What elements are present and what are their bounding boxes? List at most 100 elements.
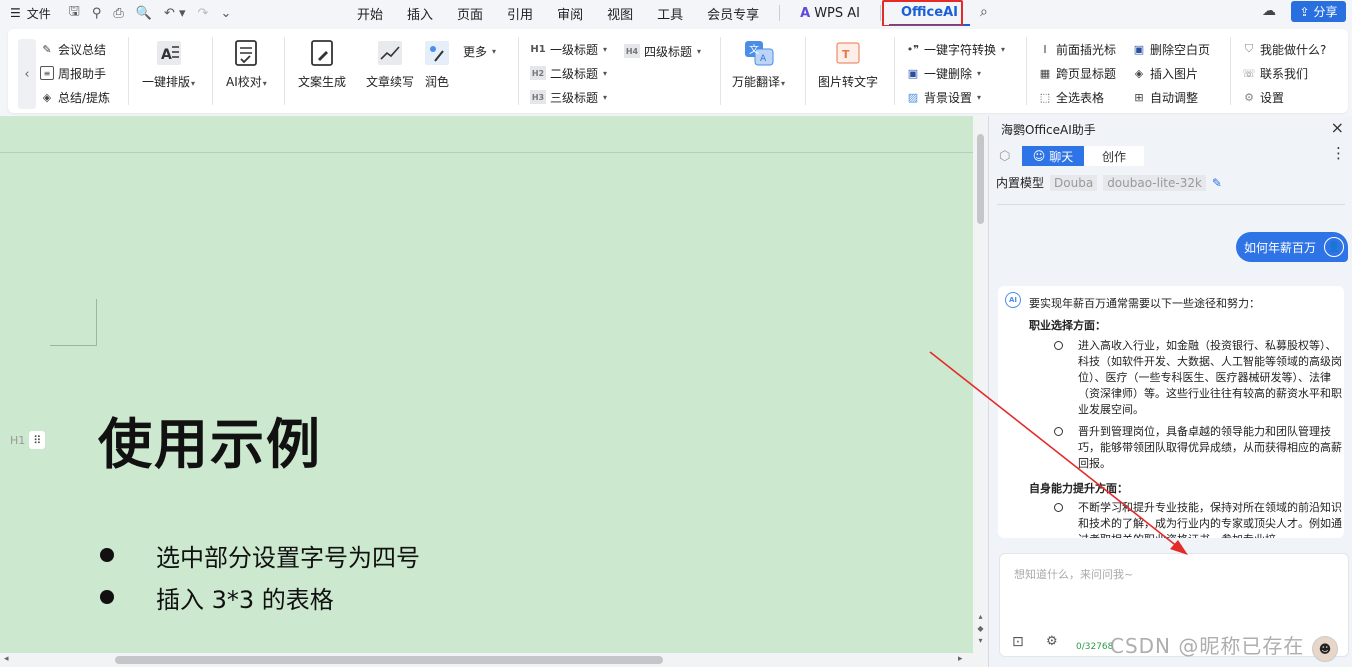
save-icon[interactable]: 🖫 — [69, 2, 80, 24]
scroll-left-icon[interactable]: ◂ — [4, 654, 9, 664]
tab-chat[interactable]: ☺ 聊天 — [1022, 146, 1084, 166]
document-heading[interactable]: 使用示例 — [98, 400, 322, 479]
close-icon[interactable]: × — [1331, 118, 1344, 137]
insert-cursor-label: 前面插光标 — [1056, 42, 1117, 57]
document-vertical-scrollbar[interactable]: ▴ ◆ ▾ — [973, 116, 988, 653]
list-item[interactable]: 选中部分设置字号为四号 — [98, 534, 420, 576]
tab-view[interactable]: 视图 — [595, 0, 645, 26]
bullet-dot-icon — [100, 548, 114, 562]
panel-tabs: ☺ 聊天 创作 — [1022, 146, 1144, 166]
tab-home[interactable]: 开始 — [345, 0, 395, 26]
continue-writing-button[interactable]: 文章续写 — [366, 39, 414, 90]
heading3-button[interactable]: H3 三级标题 ▾ — [530, 89, 607, 105]
repeat-header-button[interactable]: ▦ 跨页显标题 — [1038, 65, 1116, 81]
more-button[interactable]: 更多 ▾ — [463, 43, 496, 59]
ai-list-item: 晋升到管理岗位，具备卓越的领导能力和团队管理技巧，能够带领团队取得优异成绩，从而… — [1054, 424, 1344, 472]
panel-title: 海鹦OfficeAI助手 — [1001, 123, 1096, 137]
one-click-delete-button[interactable]: ▣ 一键删除 ▾ — [906, 65, 1005, 81]
undo-icon[interactable]: ↶ ▾ — [164, 6, 186, 21]
more-chevron-icon[interactable]: ⌄ — [220, 6, 231, 21]
select-all-tables-button[interactable]: ⬚ 全选表格 — [1038, 89, 1116, 105]
trash-icon: ▣ — [907, 66, 919, 80]
heading2-button[interactable]: H2 二级标题 ▾ — [530, 65, 607, 81]
heading4-button[interactable]: H4 四级标题 ▾ — [624, 43, 701, 59]
more-options-icon[interactable]: ⋮ — [1331, 144, 1346, 162]
list-item[interactable]: 插入 3*3 的表格 — [98, 576, 420, 618]
circle-bullet-icon — [1054, 503, 1063, 512]
tab-wps-ai-label: WPS AI — [814, 5, 860, 21]
scrollbar-thumb[interactable] — [977, 134, 984, 224]
dropdown-icon: ▾ — [603, 92, 608, 102]
weekly-report-button[interactable]: ≡ 周报助手 — [40, 65, 110, 81]
image-to-text-icon: T — [833, 39, 863, 67]
model-name-select[interactable]: doubao-lite-32k — [1103, 174, 1206, 191]
background-settings-button[interactable]: ▨ 背景设置 ▾ — [906, 89, 1005, 105]
file-menu[interactable]: ☰ 文件 — [0, 5, 51, 22]
auto-format-button[interactable]: A 一键排版▾ — [142, 39, 195, 90]
heading1-button[interactable]: H1 一级标题 ▾ — [530, 41, 607, 57]
delete-blank-page-button[interactable]: ▣ 删除空白页 — [1132, 41, 1210, 57]
print-preview-icon[interactable]: 🔍 — [136, 6, 152, 21]
ribbon-panel: ‹ ✎ 会议总结 ≡ 周报助手 ◈ 总结/提炼 A 一键排版▾ AI校对▾ 文案生成 … — [8, 29, 1348, 113]
print-icon[interactable]: ⎙ — [113, 6, 123, 21]
page-nav-buttons[interactable]: ▴ ◆ ▾ — [976, 611, 985, 647]
h2-icon: H2 — [530, 66, 546, 80]
dropdown-icon: ▾ — [781, 79, 786, 88]
polish-button[interactable]: 润色 — [422, 39, 452, 90]
copy-generate-button[interactable]: 文案生成 — [298, 39, 346, 90]
ribbon-scroll-left-button[interactable]: ‹ — [18, 39, 36, 109]
cube-icon[interactable]: ⬡ — [999, 149, 1010, 164]
edit-pencil-icon[interactable]: ✎ — [1212, 176, 1222, 190]
tab-page[interactable]: 页面 — [445, 0, 495, 26]
ai-section-title: 自身能力提升方面： — [1029, 482, 1128, 495]
char-convert-button[interactable]: •❞ 一键字符转换 ▾ — [906, 41, 1005, 57]
gear-icon[interactable]: ⚙ — [1046, 634, 1058, 649]
redo-icon[interactable]: ↷ — [198, 6, 209, 21]
tab-wps-ai[interactable]: A WPS AI — [788, 0, 872, 26]
heading-level-label: H1 — [10, 433, 26, 447]
search-icon[interactable]: ⌕ — [980, 4, 988, 20]
meeting-summary-button[interactable]: ✎ 会议总结 — [40, 41, 110, 57]
continue-writing-icon — [375, 39, 405, 67]
tab-insert[interactable]: 插入 — [395, 0, 445, 26]
heading-level-marker: H1 ⠿ — [10, 431, 46, 449]
model-label: 内置模型 — [996, 176, 1045, 190]
tab-member[interactable]: 会员专享 — [695, 0, 771, 26]
ai-icon: AI — [1005, 292, 1021, 308]
image-to-text-button[interactable]: T 图片转文字 — [818, 39, 878, 90]
list-item-text: 插入 3*3 的表格 — [156, 585, 334, 614]
auto-adjust-button[interactable]: ⊞ 自动调整 — [1132, 89, 1210, 105]
tab-tools[interactable]: 工具 — [645, 0, 695, 26]
insert-cursor-button[interactable]: I 前面插光标 — [1038, 41, 1116, 57]
dropdown-icon: ▾ — [1001, 44, 1006, 54]
page-group: ▣ 删除空白页 ◈ 插入图片 ⊞ 自动调整 — [1132, 41, 1210, 105]
tab-create[interactable]: 创作 — [1084, 146, 1144, 166]
document-canvas[interactable]: H1 ⠿ 使用示例 选中部分设置字号为四号 插入 3*3 的表格 — [0, 116, 973, 653]
divider — [1026, 37, 1027, 105]
tab-officeai[interactable]: OfficeAI — [889, 0, 970, 26]
tab-review[interactable]: 审阅 — [545, 0, 595, 26]
divider — [212, 37, 213, 105]
drag-handle-icon[interactable]: ⠿ — [29, 431, 46, 449]
divider — [1230, 37, 1231, 105]
screenshot-icon[interactable]: ⊡ — [1012, 634, 1024, 650]
ai-proofread-button[interactable]: AI校对▾ — [226, 39, 267, 90]
share-button[interactable]: ⇪ 分享 — [1291, 1, 1346, 22]
what-can-i-do-button[interactable]: ⛉ 我能做什么? — [1242, 41, 1327, 57]
document-horizontal-scrollbar[interactable]: ◂ ▸ — [0, 653, 988, 667]
summarize-button[interactable]: ◈ 总结/提炼 — [40, 89, 110, 105]
ai-list-item: 不断学习和提升专业技能，保持对所在领域的前沿知识和技术的了解，成为行业内的专家或… — [1054, 500, 1344, 538]
model-provider-select[interactable]: Douba — [1050, 174, 1098, 191]
cloud-upload-icon[interactable]: ☁ — [1262, 3, 1276, 19]
scrollbar-thumb[interactable] — [115, 656, 663, 664]
tab-references[interactable]: 引用 — [495, 0, 545, 26]
share-label: 分享 — [1313, 5, 1338, 19]
scroll-right-icon[interactable]: ▸ — [958, 654, 963, 664]
translate-button[interactable]: 文A 万能翻译▾ — [732, 39, 785, 90]
share-link-icon[interactable]: ⚲ — [92, 6, 102, 21]
bullet-dot-icon — [100, 590, 114, 604]
contact-us-button[interactable]: ☏ 联系我们 — [1242, 65, 1326, 81]
settings-button[interactable]: ⚙ 设置 — [1242, 89, 1326, 105]
insert-image-button[interactable]: ◈ 插入图片 — [1132, 65, 1210, 81]
user-message-bubble: 如何年薪百万 👤 — [1235, 232, 1348, 262]
